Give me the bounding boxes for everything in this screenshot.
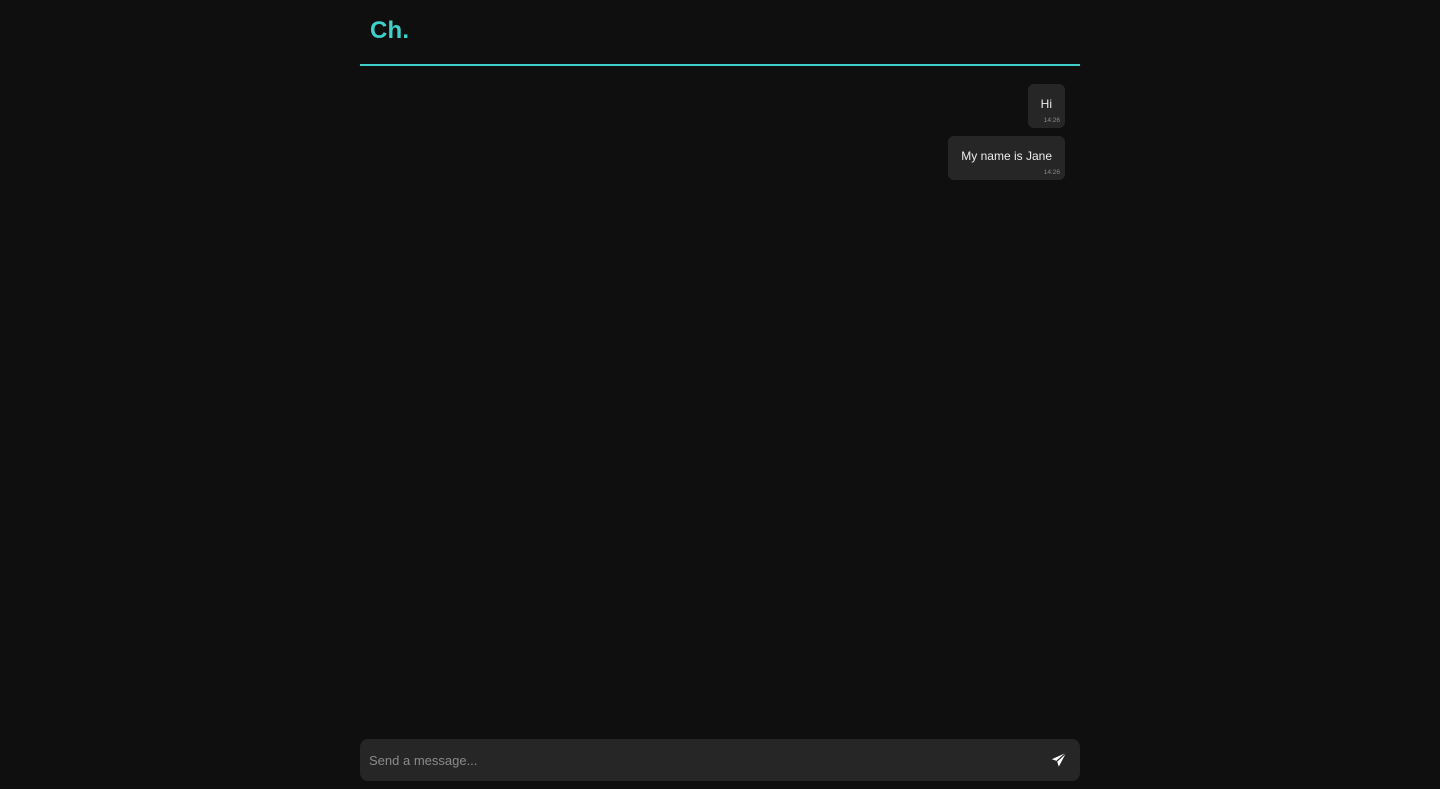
message-composer [360, 739, 1080, 781]
message-timestamp: 14:26 [1043, 117, 1060, 124]
message-text: My name is Jane [961, 149, 1052, 163]
message-bubble: My name is Jane 14:26 [948, 136, 1065, 180]
send-button[interactable] [1050, 751, 1068, 769]
message-bubble: Hi 14:26 [1027, 84, 1065, 128]
paper-plane-icon [1051, 752, 1067, 767]
header: Ch. [360, 0, 1080, 66]
app-logo: Ch. [370, 17, 410, 44]
message-list: Hi 14:26 My name is Jane 14:26 [360, 84, 1065, 188]
chat-app: Ch. Hi 14:26 My name is Jane 14:26 [360, 0, 1080, 789]
message-input[interactable] [369, 739, 1029, 781]
message-text: Hi [1040, 97, 1052, 111]
message-timestamp: 14:26 [1043, 169, 1060, 176]
